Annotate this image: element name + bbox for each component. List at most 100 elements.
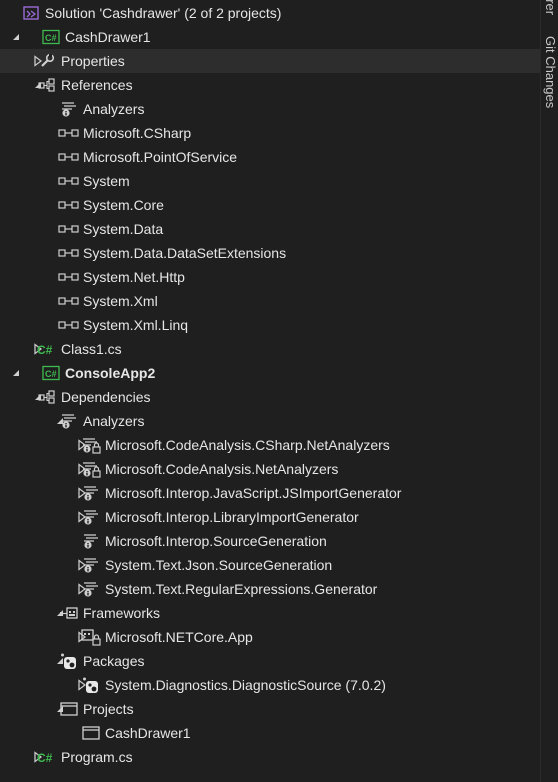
tree-item[interactable]: Solution 'Cashdrawer' (2 of 2 projects) <box>0 1 540 25</box>
tree-item-label: References <box>61 77 133 93</box>
project-ref-icon <box>80 724 102 742</box>
tree-item[interactable]: References <box>0 73 540 97</box>
reference-icon <box>58 292 80 310</box>
svg-text:C#: C# <box>37 751 53 764</box>
tree-item[interactable]: Dependencies <box>0 385 540 409</box>
tree-item-label: Analyzers <box>83 101 145 117</box>
analyzer-icon <box>80 532 102 550</box>
tree-item-label: Program.cs <box>61 749 133 765</box>
tree-item-label: Properties <box>61 53 125 69</box>
tree-item-label: CashDrawer1 <box>105 725 191 741</box>
analyzer-icon <box>80 580 102 598</box>
solution-icon <box>20 4 42 22</box>
tree-item-label: System.Core <box>83 197 164 213</box>
reference-icon <box>58 196 80 214</box>
tree-item-label: Microsoft.CSharp <box>83 125 192 141</box>
reference-icon <box>58 148 80 166</box>
references-icon <box>36 76 58 94</box>
analyzer-icon <box>80 484 102 502</box>
tree-item-label: ConsoleApp2 <box>65 365 156 381</box>
tree-item[interactable]: System.Net.Http <box>0 265 540 289</box>
tree-item[interactable]: Packages <box>0 649 540 673</box>
analyzer-icon <box>58 100 80 118</box>
reference-icon <box>58 244 80 262</box>
tree-item[interactable]: Microsoft.PointOfService <box>0 145 540 169</box>
tree-item[interactable]: CashDrawer1 <box>0 721 540 745</box>
project-ref-icon <box>58 700 80 718</box>
tree-item[interactable]: System.Data.DataSetExtensions <box>0 241 540 265</box>
tree-item-label: Microsoft.Interop.JavaScript.JSImportGen… <box>105 485 402 501</box>
reference-icon <box>58 124 80 142</box>
tree-item[interactable]: Microsoft.CodeAnalysis.CSharp.NetAnalyze… <box>0 433 540 457</box>
tree-item-label: Dependencies <box>61 389 151 405</box>
analyzer-icon <box>80 556 102 574</box>
wrench-icon <box>36 52 58 70</box>
tree-item[interactable]: C# Class1.cs <box>0 337 540 361</box>
tree-item-label: Analyzers <box>83 413 145 429</box>
svg-text:C#: C# <box>37 343 53 356</box>
tree-item-label: System.Data.DataSetExtensions <box>83 245 287 261</box>
tree-item[interactable]: Microsoft.Interop.LibraryImportGenerator <box>0 505 540 529</box>
tree-item-label: Projects <box>83 701 134 717</box>
tree-item[interactable]: System.Text.RegularExpressions.Generator <box>0 577 540 601</box>
analyzer-lock-icon <box>80 460 102 478</box>
tree-item-label: System.Text.RegularExpressions.Generator <box>105 581 378 597</box>
tree-item-label: System.Net.Http <box>83 269 185 285</box>
tree-item-label: Packages <box>83 653 145 669</box>
analyzer-icon <box>80 508 102 526</box>
tree-item[interactable]: Frameworks <box>0 601 540 625</box>
tree-item[interactable]: Properties <box>0 49 540 73</box>
tree-item-label: System.Xml <box>83 293 158 309</box>
csharp-project-icon: C# <box>40 28 62 46</box>
tree-item-label: Microsoft.Interop.LibraryImportGenerator <box>105 509 359 525</box>
tree-item[interactable]: C# ConsoleApp2 <box>0 361 540 385</box>
tree-item[interactable]: System.Diagnostics.DiagnosticSource (7.0… <box>0 673 540 697</box>
tree-item-label: System <box>83 173 130 189</box>
analyzer-lock-icon <box>80 436 102 454</box>
tree-item[interactable]: C# Program.cs <box>0 745 540 769</box>
tree-item[interactable]: Microsoft.Interop.JavaScript.JSImportGen… <box>0 481 540 505</box>
references-icon <box>36 388 58 406</box>
tree-item[interactable]: System.Xml.Linq <box>0 313 540 337</box>
tree-item[interactable]: C# CashDrawer1 <box>0 25 540 49</box>
tree-item-label: System.Data <box>83 221 164 237</box>
tree-item[interactable]: Projects <box>0 697 540 721</box>
reference-icon <box>58 268 80 286</box>
package-icon <box>80 676 102 694</box>
tree-item-label: System.Diagnostics.DiagnosticSource (7.0… <box>105 677 386 693</box>
tree-item-label: Solution 'Cashdrawer' (2 of 2 projects) <box>45 5 282 21</box>
csharp-file-icon: C# <box>36 748 58 766</box>
framework-icon <box>58 604 80 622</box>
tree-item[interactable]: System.Xml <box>0 289 540 313</box>
side-tool-strip: orer Git Changes <box>540 0 558 782</box>
tree-item-label: Microsoft.CodeAnalysis.NetAnalyzers <box>105 461 339 477</box>
tree-item[interactable]: System.Text.Json.SourceGeneration <box>0 553 540 577</box>
solution-explorer-tab[interactable]: orer <box>542 0 558 15</box>
framework-lock-icon <box>80 628 102 646</box>
solution-explorer-tree: Solution 'Cashdrawer' (2 of 2 projects) C… <box>0 0 540 782</box>
expand-open-icon[interactable] <box>10 361 22 385</box>
tree-item[interactable]: Analyzers <box>0 409 540 433</box>
tree-item[interactable]: System.Data <box>0 217 540 241</box>
expand-open-icon[interactable] <box>10 25 22 49</box>
tree-item-label: System.Xml.Linq <box>83 317 189 333</box>
reference-icon <box>58 220 80 238</box>
reference-icon <box>58 172 80 190</box>
analyzer-icon <box>58 412 80 430</box>
tree-item[interactable]: Analyzers <box>0 97 540 121</box>
tree-item-label: Class1.cs <box>61 341 122 357</box>
tree-item[interactable]: Microsoft.CSharp <box>0 121 540 145</box>
tree-item[interactable]: Microsoft.NETCore.App <box>0 625 540 649</box>
tree-item-label: Frameworks <box>83 605 161 621</box>
tree-item[interactable]: Microsoft.Interop.SourceGeneration <box>0 529 540 553</box>
tree-item[interactable]: System.Core <box>0 193 540 217</box>
package-icon <box>58 652 80 670</box>
tree-item[interactable]: System <box>0 169 540 193</box>
tree-item-label: Microsoft.CodeAnalysis.CSharp.NetAnalyze… <box>105 437 390 453</box>
tree-item-label: CashDrawer1 <box>65 29 151 45</box>
csharp-file-icon: C# <box>36 340 58 358</box>
tree-item-label: Microsoft.Interop.SourceGeneration <box>105 533 327 549</box>
reference-icon <box>58 316 80 334</box>
tree-item[interactable]: Microsoft.CodeAnalysis.NetAnalyzers <box>0 457 540 481</box>
git-changes-tab[interactable]: Git Changes <box>542 36 558 108</box>
